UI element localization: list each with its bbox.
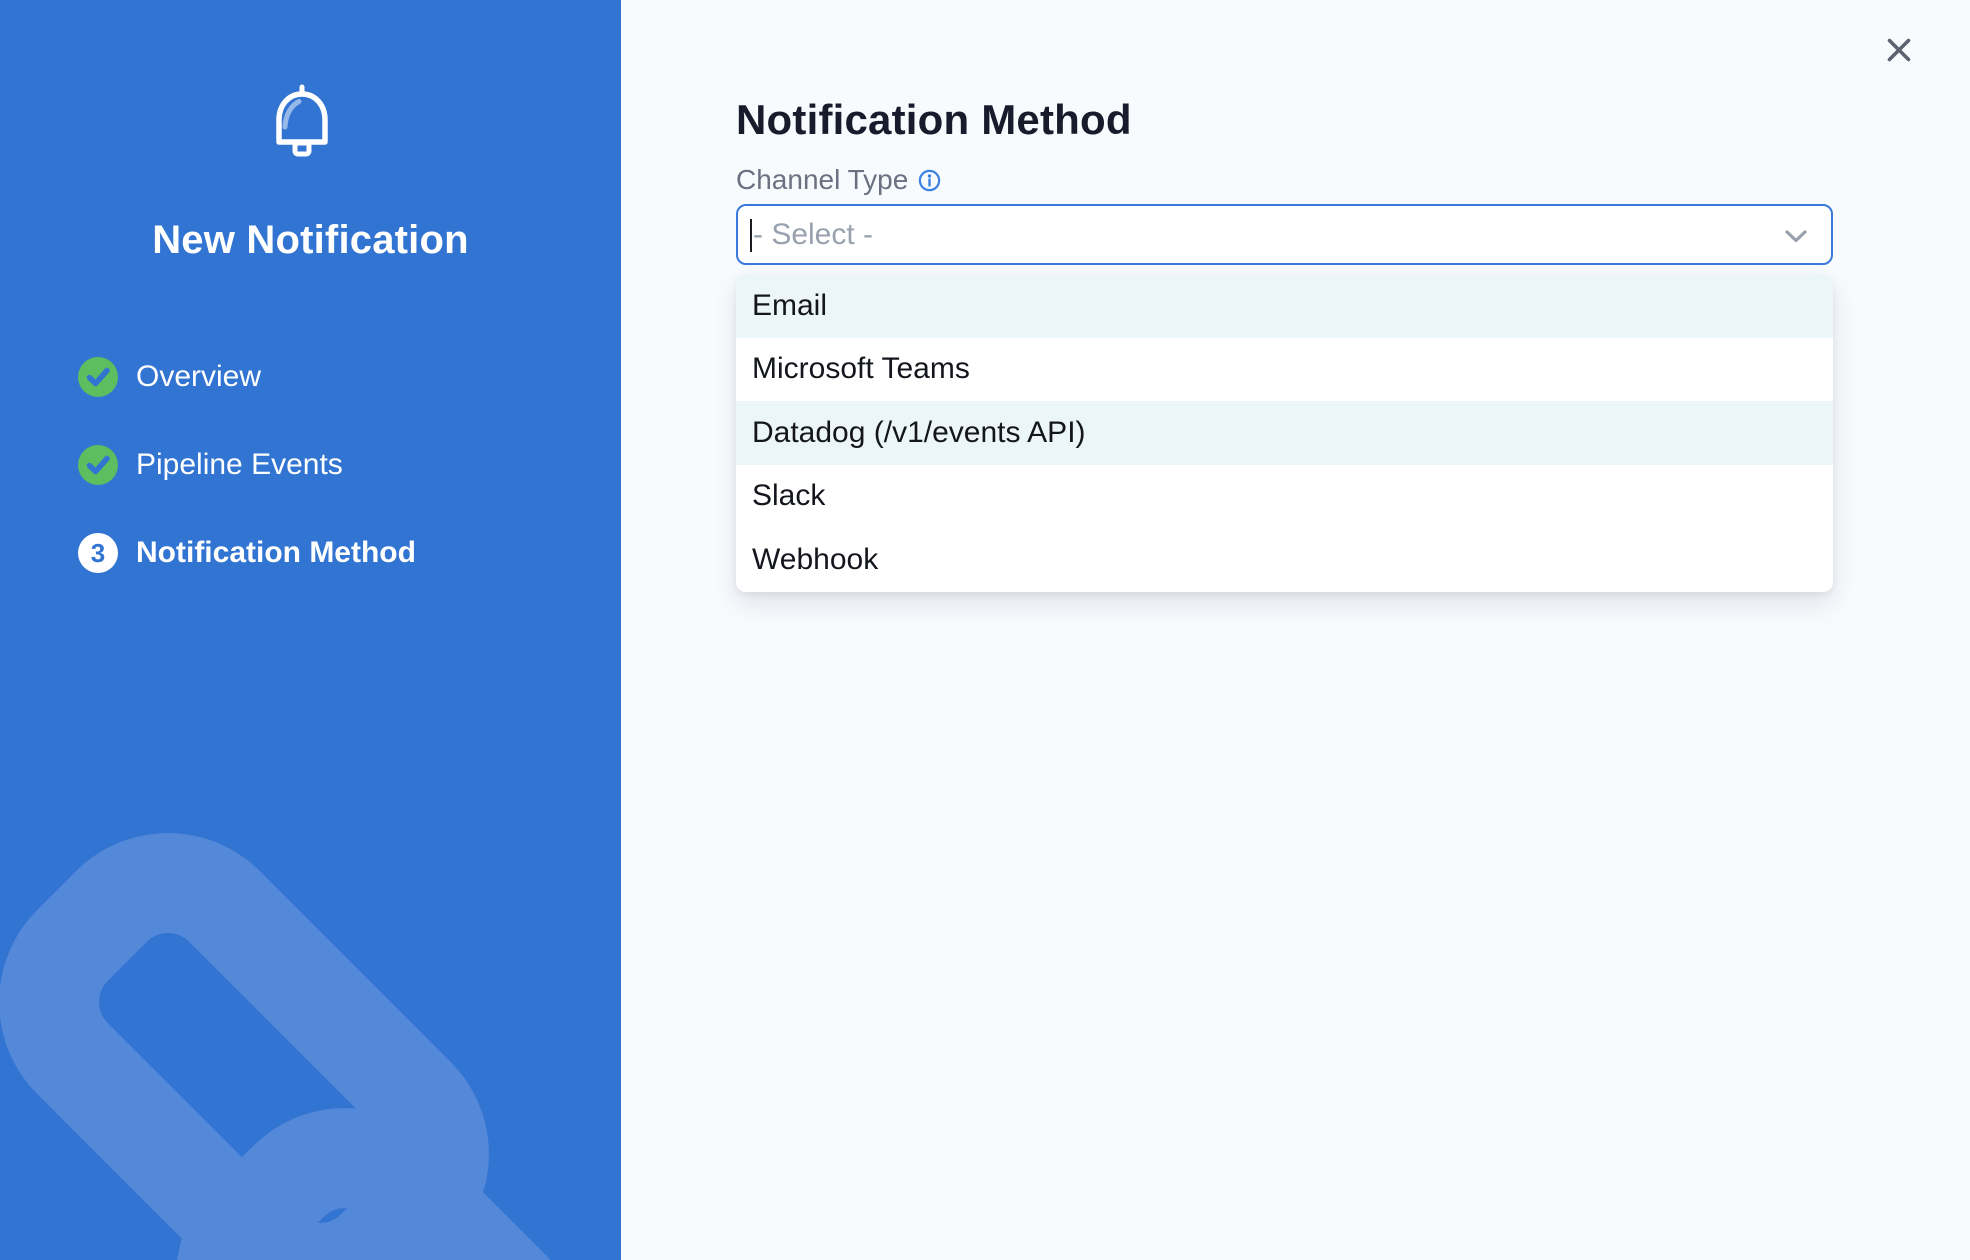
step-label: Pipeline Events: [136, 448, 343, 482]
bell-icon: [270, 84, 334, 162]
channel-type-select[interactable]: [736, 204, 1833, 265]
step-overview[interactable]: Overview: [78, 357, 416, 397]
check-circle-icon: [78, 357, 118, 397]
wizard-steps: Overview Pipeline Events 3 Notification …: [78, 357, 416, 621]
option-datadog[interactable]: Datadog (/v1/events API): [736, 401, 1833, 465]
content-panel: Notification Method Channel Type Email: [621, 0, 1970, 1260]
wizard-sidebar: New Notification Overview: [0, 0, 621, 1260]
step-label: Notification Method: [136, 536, 416, 570]
wizard-title: New Notification: [0, 218, 621, 263]
chevron-down-icon: [1785, 230, 1807, 243]
option-email[interactable]: Email: [736, 274, 1833, 338]
channel-type-select-input[interactable]: [738, 206, 1831, 263]
text-cursor: [750, 219, 752, 252]
option-webhook[interactable]: Webhook: [736, 528, 1833, 592]
close-icon: [1886, 37, 1912, 63]
new-notification-modal: New Notification Overview: [0, 0, 1970, 1260]
channel-type-label: Channel Type: [736, 164, 908, 196]
option-slack[interactable]: Slack: [736, 465, 1833, 529]
option-microsoft-teams[interactable]: Microsoft Teams: [736, 338, 1833, 402]
channel-type-dropdown: Email Microsoft Teams Datadog (/v1/event…: [736, 274, 1833, 592]
logo-watermark: [0, 600, 621, 1260]
step-notification-method[interactable]: 3 Notification Method: [78, 533, 416, 573]
info-icon[interactable]: [918, 169, 941, 192]
channel-type-label-row: Channel Type: [736, 164, 941, 196]
step-label: Overview: [136, 360, 261, 394]
step-number-badge: 3: [78, 533, 118, 573]
step-pipeline-events[interactable]: Pipeline Events: [78, 445, 416, 485]
close-button[interactable]: [1884, 35, 1914, 65]
page-title: Notification Method: [736, 96, 1132, 144]
check-circle-icon: [78, 445, 118, 485]
